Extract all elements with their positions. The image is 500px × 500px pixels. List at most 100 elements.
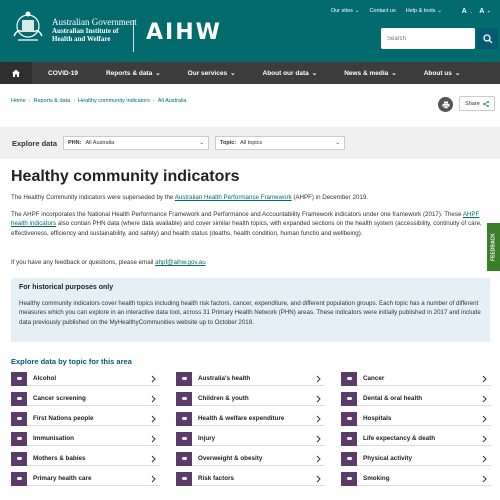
font-increase-button[interactable]: A + xyxy=(476,5,490,17)
our-sites-link[interactable]: Our sites ⌄ xyxy=(331,8,360,14)
ahpf-text-2: also contain PHN data (where data availa… xyxy=(11,220,482,237)
chevron-down-icon: ⌄ xyxy=(454,70,461,77)
coat-of-arms-icon[interactable] xyxy=(10,10,46,46)
ahpf-paragraph: The AHPF incorporates the National Healt… xyxy=(11,210,491,238)
topic-label: Risk factors xyxy=(198,475,235,482)
breadcrumb-home[interactable]: Home xyxy=(11,98,26,104)
feedback-text: If you have any feedback or questions, p… xyxy=(11,259,156,266)
chevron-right-icon xyxy=(151,395,156,405)
topic-icon xyxy=(341,451,357,466)
nav-about-us[interactable]: About us ⌄ xyxy=(424,62,461,84)
nav-about-our-data[interactable]: About our data ⌄ xyxy=(263,62,318,84)
topic-label: Health & welfare expenditure xyxy=(198,415,285,422)
chevron-right-icon xyxy=(316,415,321,425)
ahpf-link[interactable]: Australian Health Performance Framework xyxy=(175,194,292,201)
logo-divider xyxy=(133,20,134,52)
search-button[interactable] xyxy=(477,28,498,49)
nav-reports-data[interactable]: Reports & data ⌄ xyxy=(106,62,161,84)
feedback-tab[interactable]: FEEDBACK xyxy=(487,223,500,271)
topic-icon xyxy=(176,431,192,446)
font-decrease-button[interactable]: A- xyxy=(458,5,472,17)
topic-card[interactable]: Children & youth xyxy=(176,391,325,406)
nav-covid[interactable]: COVID-19 xyxy=(48,62,78,84)
topic-card[interactable]: Cancer screening xyxy=(11,391,160,406)
search-icon xyxy=(482,33,492,43)
breadcrumb-reports-data[interactable]: Reports & data xyxy=(34,98,71,104)
breadcrumb-healthy-community[interactable]: Healthy community indicators xyxy=(78,98,150,104)
chevron-right-icon xyxy=(151,375,156,385)
breadcrumb-separator: › xyxy=(152,98,155,104)
share-button[interactable]: Share xyxy=(459,96,495,111)
site-header: Australian Government Australian Institu… xyxy=(0,0,500,62)
topic-card[interactable]: Risk factors xyxy=(176,471,325,486)
chevron-right-icon xyxy=(316,375,321,385)
historical-notice-text: Healthy community indicators cover healt… xyxy=(19,300,481,326)
feedback-paragraph: If you have any feedback or questions, p… xyxy=(11,258,491,267)
topic-card[interactable]: Cancer xyxy=(341,371,491,386)
historical-notice-title: For historical purposes only xyxy=(19,284,114,291)
breadcrumb-separator: › xyxy=(73,98,76,104)
topic-card[interactable]: Primary health care xyxy=(11,471,160,486)
breadcrumb-all-australia[interactable]: All Australia xyxy=(158,98,187,104)
topic-card[interactable]: Hospitals xyxy=(341,411,491,426)
gov-wordmark[interactable]: Australian Government Australian Institu… xyxy=(52,17,137,43)
topic-label: Immunisation xyxy=(33,435,74,442)
topic-icon xyxy=(341,411,357,426)
breadcrumb-separator: › xyxy=(28,98,31,104)
topic-icon xyxy=(11,411,27,426)
topic-label: First Nations people xyxy=(33,415,94,422)
topic-card[interactable]: Physical activity xyxy=(341,451,491,466)
topic-icon xyxy=(176,371,192,386)
topic-label: Primary health care xyxy=(33,475,92,482)
contact-us-link[interactable]: Contact us xyxy=(369,8,395,14)
topic-card[interactable]: Mothers & babies xyxy=(11,451,160,466)
email-link[interactable]: ahpf@aihw.gov.au xyxy=(155,259,206,266)
home-button[interactable] xyxy=(0,62,32,84)
topic-card[interactable]: Injury xyxy=(176,431,325,446)
topic-label: Injury xyxy=(198,435,216,442)
explore-data-bar: Explore data PHN: All Australia ⌄ Topic:… xyxy=(0,127,500,159)
chevron-right-icon xyxy=(151,475,156,485)
nav-news-media[interactable]: News & media ⌄ xyxy=(344,62,397,84)
phn-select[interactable]: PHN: All Australia ⌄ xyxy=(63,136,210,150)
chevron-right-icon xyxy=(151,455,156,465)
topics-heading: Explore data by topic for this area xyxy=(11,357,132,366)
home-icon xyxy=(12,69,20,77)
chevron-down-icon: ⌄ xyxy=(354,8,360,14)
print-button[interactable] xyxy=(438,97,453,112)
chevron-right-icon xyxy=(151,415,156,425)
font-size-controls: A- A + xyxy=(458,5,490,17)
nav-about-us-label: About us xyxy=(423,69,452,77)
topic-card[interactable]: First Nations people xyxy=(11,411,160,426)
contact-us-label: Contact us xyxy=(369,8,396,14)
topic-card[interactable]: Dental & oral health xyxy=(341,391,491,406)
nav-our-services[interactable]: Our services ⌄ xyxy=(188,62,236,84)
intro-text-1: The Healthy Community indicators were su… xyxy=(11,194,175,201)
topic-card[interactable]: Alcohol xyxy=(11,371,160,386)
topic-icon xyxy=(341,391,357,406)
topic-icon xyxy=(11,471,27,486)
topic-icon xyxy=(341,471,357,486)
help-tools-link[interactable]: Help & tools ⌄ xyxy=(406,8,442,14)
topic-select-label: Topic: xyxy=(220,140,237,146)
topic-icon xyxy=(176,411,192,426)
chevron-down-icon: ⌄ xyxy=(230,70,236,77)
topic-card[interactable]: Smoking xyxy=(341,471,491,486)
chevron-right-icon xyxy=(316,455,321,465)
topic-label: Alcohol xyxy=(33,375,57,382)
topic-select-value: All topics xyxy=(240,140,263,146)
topic-card[interactable]: Health & welfare expenditure xyxy=(176,411,325,426)
chevron-down-icon: ⌄ xyxy=(311,70,318,77)
topic-card[interactable]: Life expectancy & death xyxy=(341,431,491,446)
aihw-logo[interactable]: AIHW xyxy=(146,20,222,45)
chevron-right-icon xyxy=(482,375,487,385)
topic-card[interactable]: Immunisation xyxy=(11,431,160,446)
topic-label: Australia's health xyxy=(198,375,251,382)
topic-card[interactable]: Australia's health xyxy=(176,371,325,386)
topic-card[interactable]: Overweight & obesity xyxy=(176,451,325,466)
chevron-right-icon xyxy=(482,435,487,445)
topic-select[interactable]: Topic: All topics ⌄ xyxy=(215,136,346,150)
help-tools-label: Help & tools xyxy=(405,8,436,14)
search-input[interactable] xyxy=(381,28,475,49)
font-increase-label: A xyxy=(479,7,485,15)
